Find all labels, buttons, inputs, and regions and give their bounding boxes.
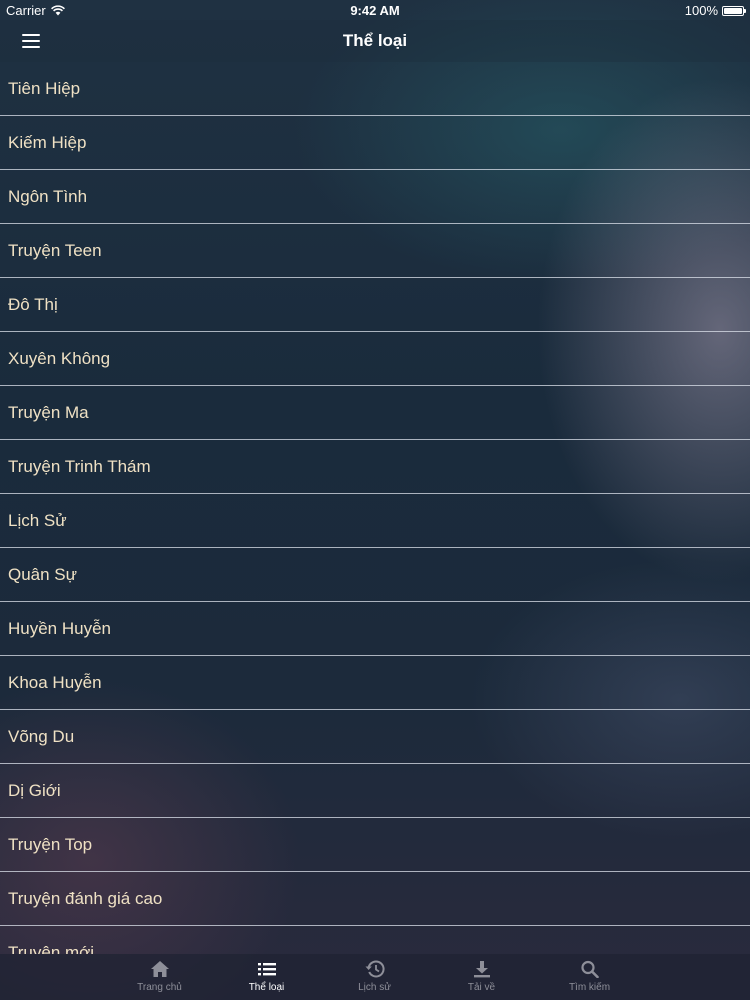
- category-label: Võng Du: [8, 726, 75, 746]
- category-item[interactable]: Truyện Trinh Thám: [0, 440, 750, 494]
- category-item[interactable]: Ngôn Tình: [0, 170, 750, 224]
- list-icon: [257, 963, 276, 976]
- category-label: Dị Giới: [8, 780, 61, 800]
- history-icon: [365, 960, 384, 978]
- tab-label: Tìm kiếm: [568, 982, 611, 993]
- category-item[interactable]: Truyện mới: [0, 926, 750, 955]
- category-item[interactable]: Đô Thị: [0, 278, 750, 332]
- category-label: Khoa Huyễn: [8, 672, 102, 692]
- page-title: Thể loại: [342, 31, 408, 50]
- category-item[interactable]: Truyện Ma: [0, 386, 750, 440]
- tab-download[interactable]: Tải về: [428, 954, 535, 1000]
- category-label: Truyện Ma: [8, 402, 89, 422]
- category-item[interactable]: Truyện Teen: [0, 224, 750, 278]
- category-label: Tiên Hiệp: [8, 78, 81, 98]
- battery-icon: [722, 5, 746, 16]
- category-item[interactable]: Tiên Hiệp: [0, 62, 750, 116]
- category-label: Xuyên Không: [8, 348, 111, 368]
- tab-label: Tải về: [467, 982, 496, 993]
- category-item[interactable]: Võng Du: [0, 710, 750, 764]
- category-label: Truyện Trinh Thám: [8, 456, 151, 476]
- category-label: Truyện Teen: [8, 240, 102, 260]
- category-label: Lịch Sử: [8, 510, 67, 530]
- tab-history[interactable]: Lịch sử: [321, 954, 428, 1000]
- category-item[interactable]: Dị Giới: [0, 764, 750, 818]
- home-icon: [150, 961, 169, 977]
- tab-home[interactable]: Trang chủ: [106, 954, 213, 1000]
- category-item[interactable]: Truyện đánh giá cao: [0, 872, 750, 926]
- category-item[interactable]: Quân Sự: [0, 548, 750, 602]
- search-icon: [580, 960, 599, 978]
- category-label: Huyền Huyễn: [8, 618, 112, 638]
- tab-label: Lịch sử: [358, 982, 391, 993]
- tab-label: Trang chủ: [137, 982, 182, 993]
- download-icon: [473, 961, 490, 978]
- category-label: Ngôn Tình: [8, 186, 88, 206]
- navigation-bar: Thể loại: [0, 20, 750, 62]
- status-time: 9:42 AM: [350, 3, 400, 18]
- status-bar: Carrier 9:42 AM 100%: [0, 0, 750, 20]
- battery-group: 100%: [684, 3, 746, 18]
- category-label: Truyện Top: [8, 834, 93, 854]
- category-item[interactable]: Huyền Huyễn: [0, 602, 750, 656]
- tab-bar: Trang chủ Thể loại Lịch sử Tải về Tìm ki…: [0, 954, 750, 1000]
- category-label: Truyện mới: [8, 942, 95, 955]
- tab-search[interactable]: Tìm kiếm: [536, 954, 643, 1000]
- category-label: Kiếm Hiệp: [8, 132, 87, 152]
- category-label: Truyện đánh giá cao: [8, 888, 163, 908]
- tab-label: Thể loại: [248, 982, 285, 993]
- category-label: Đô Thị: [8, 294, 58, 314]
- category-item[interactable]: Kiếm Hiệp: [0, 116, 750, 170]
- category-list[interactable]: Tiên Hiệp Kiếm Hiệp Ngôn Tình Truyện Tee…: [0, 62, 750, 954]
- category-label: Quân Sự: [8, 564, 78, 584]
- category-item[interactable]: Lịch Sử: [0, 494, 750, 548]
- battery-percent: 100%: [684, 3, 718, 18]
- category-item[interactable]: Khoa Huyễn: [0, 656, 750, 710]
- category-item[interactable]: Truyện Top: [0, 818, 750, 872]
- category-item[interactable]: Xuyên Không: [0, 332, 750, 386]
- tab-categories[interactable]: Thể loại: [213, 954, 320, 1000]
